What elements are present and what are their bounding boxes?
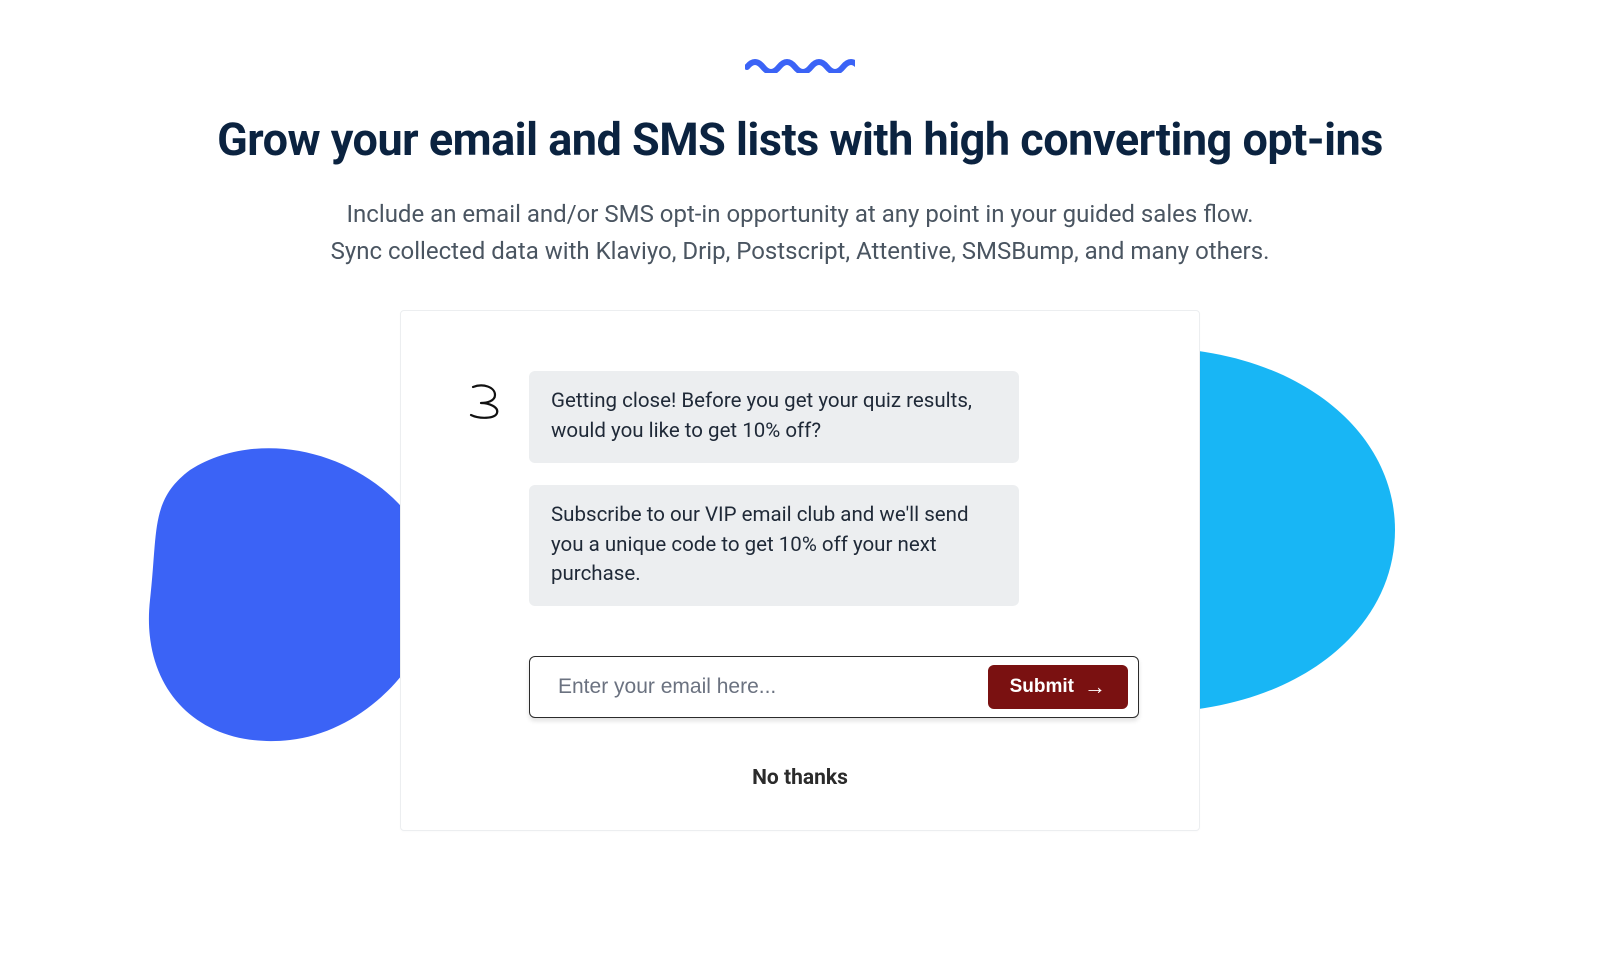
optin-card: Getting close! Before you get your quiz … (400, 310, 1200, 831)
subtext-line-1: Include an email and/or SMS opt-in oppor… (0, 196, 1600, 233)
submit-button[interactable]: Submit → (988, 665, 1128, 709)
squiggle-decoration (0, 55, 1600, 73)
submit-button-label: Submit (1010, 676, 1074, 698)
chat-bubble-1: Getting close! Before you get your quiz … (529, 371, 1019, 462)
email-input-group: Submit → (529, 656, 1139, 718)
decline-button[interactable]: No thanks (461, 766, 1139, 790)
email-field[interactable] (530, 657, 988, 717)
arrow-right-icon: → (1084, 676, 1106, 698)
chat-bubble-2: Subscribe to our VIP email club and we'l… (529, 485, 1019, 606)
subtext-line-2: Sync collected data with Klaviyo, Drip, … (0, 233, 1600, 270)
page-subtext: Include an email and/or SMS opt-in oppor… (0, 196, 1600, 270)
page-headline: Grow your email and SMS lists with high … (0, 113, 1600, 166)
chat-avatar (461, 377, 509, 425)
